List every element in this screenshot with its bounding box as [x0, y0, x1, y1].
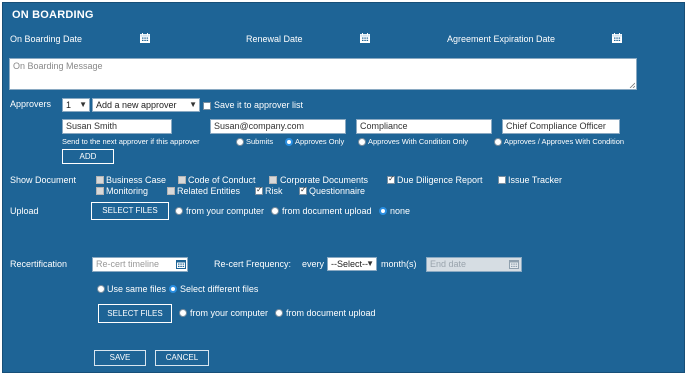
doc-due-diligence-label: Due Diligence Report — [397, 175, 483, 185]
show-document-label: Show Document — [10, 175, 77, 185]
approver-option-condition-only-radio[interactable] — [358, 138, 366, 146]
onboarding-panel: ON BOARDING On Boarding Date Renewal Dat… — [2, 2, 685, 373]
doc-related-entities-checkbox[interactable] — [167, 187, 175, 195]
doc-questionnaire-label: Questionnaire — [309, 186, 366, 196]
recert-from-document-radio[interactable] — [275, 309, 283, 317]
approver-option-submits-radio[interactable] — [236, 138, 244, 146]
chevron-down-icon: ▼ — [366, 259, 374, 268]
add-approver-value: Add a new approver — [96, 100, 177, 110]
save-approver-list-label: Save it to approver list — [214, 100, 304, 110]
onboarding-date-label: On Boarding Date — [10, 34, 83, 44]
approver-option-approves-only-label: Approves Only — [295, 137, 345, 146]
doc-monitoring-label: Monitoring — [106, 186, 149, 196]
approver-email-input[interactable]: Susan@company.com — [210, 119, 346, 134]
recert-months-label: month(s) — [381, 259, 417, 269]
chevron-down-icon: ▼ — [79, 100, 87, 109]
onboarding-message-placeholder: On Boarding Message — [13, 61, 103, 71]
recert-every-label: every — [302, 259, 325, 269]
approver-option-approves-or-condition-label: Approves / Approves With Condition — [504, 137, 625, 146]
add-approver-button[interactable]: ADD — [62, 149, 114, 164]
onboarding-date-calendar-icon[interactable] — [140, 33, 150, 43]
cancel-button[interactable]: CANCEL — [155, 350, 209, 366]
upload-from-computer-radio[interactable] — [175, 207, 183, 215]
approver-name-input[interactable]: Susan Smith — [62, 119, 172, 134]
recertification-label: Recertification — [10, 259, 68, 269]
doc-issue-tracker-checkbox[interactable] — [498, 176, 506, 184]
upload-none-radio[interactable] — [379, 207, 387, 215]
expiration-date-label: Agreement Expiration Date — [447, 34, 556, 44]
doc-due-diligence-checkbox[interactable] — [387, 174, 395, 184]
recert-select-files-button[interactable]: SELECT FILES — [98, 304, 172, 323]
recert-end-date-input: End date — [426, 257, 522, 272]
recert-same-files-label: Use same files — [107, 284, 167, 294]
approver-option-approves-or-condition-radio[interactable] — [494, 138, 502, 146]
doc-corporate-documents-label: Corporate Documents — [280, 175, 369, 185]
approver-role-input[interactable]: Chief Compliance Officer — [502, 119, 620, 134]
send-next-label: Send to the next approver if this approv… — [62, 137, 200, 146]
doc-questionnaire-checkbox[interactable] — [299, 185, 307, 195]
doc-business-case-label: Business Case — [106, 175, 167, 185]
renewal-date-calendar-icon[interactable] — [360, 33, 370, 43]
chevron-down-icon: ▼ — [189, 100, 197, 109]
renewal-date-label: Renewal Date — [246, 34, 303, 44]
upload-from-document-radio[interactable] — [271, 207, 279, 215]
recert-frequency-value: --Select-- — [331, 259, 369, 269]
doc-related-entities-label: Related Entities — [177, 186, 241, 196]
recert-from-document-label: from document upload — [286, 308, 376, 318]
approver-option-condition-only-label: Approves With Condition Only — [368, 137, 469, 146]
approver-department-input[interactable]: Compliance — [356, 119, 492, 134]
upload-none-label: none — [390, 206, 411, 216]
doc-risk-checkbox[interactable] — [255, 185, 263, 195]
recert-timeline-input[interactable]: Re-cert timeline — [92, 257, 188, 272]
approver-count-value: 1 — [66, 100, 72, 110]
doc-monitoring-checkbox[interactable] — [96, 187, 104, 195]
doc-risk-label: Risk — [265, 186, 283, 196]
recert-different-files-radio[interactable] — [169, 285, 177, 293]
upload-from-computer-label: from your computer — [186, 206, 265, 216]
save-approver-list-checkbox[interactable] — [203, 102, 211, 110]
upload-label: Upload — [10, 206, 39, 216]
doc-corporate-documents-checkbox[interactable] — [269, 176, 277, 184]
approver-option-submits-label: Submits — [246, 137, 274, 146]
recert-timeline-placeholder: Re-cert timeline — [96, 259, 160, 269]
recert-frequency-select[interactable]: --Select-- ▼ — [327, 257, 377, 271]
doc-issue-tracker-label: Issue Tracker — [508, 175, 563, 185]
upload-from-document-label: from document upload — [282, 206, 372, 216]
approver-option-approves-only-radio[interactable] — [285, 138, 293, 146]
save-button[interactable]: SAVE — [94, 350, 146, 366]
recert-from-computer-radio[interactable] — [179, 309, 187, 317]
approver-count-select[interactable]: 1 ▼ — [62, 98, 90, 112]
page-title: ON BOARDING — [12, 9, 94, 21]
recert-end-date-calendar-icon — [509, 259, 519, 269]
recert-from-computer-label: from your computer — [190, 308, 269, 318]
doc-code-of-conduct-label: Code of Conduct — [188, 175, 256, 185]
add-approver-select[interactable]: Add a new approver ▼ — [92, 98, 200, 112]
expiration-date-calendar-icon[interactable] — [612, 33, 622, 43]
doc-business-case-checkbox[interactable] — [96, 176, 104, 184]
recert-different-files-label: Select different files — [180, 284, 259, 294]
recert-frequency-label: Re-cert Frequency: — [214, 259, 292, 269]
resize-handle-icon[interactable] — [629, 82, 635, 88]
doc-code-of-conduct-checkbox[interactable] — [178, 176, 186, 184]
recert-same-files-radio[interactable] — [97, 285, 105, 293]
onboarding-message-textarea[interactable]: On Boarding Message — [9, 58, 637, 90]
recert-timeline-calendar-icon[interactable] — [176, 259, 186, 269]
upload-select-files-button[interactable]: SELECT FILES — [91, 202, 169, 220]
approvers-label: Approvers — [10, 99, 52, 109]
recert-end-date-placeholder: End date — [430, 259, 467, 269]
